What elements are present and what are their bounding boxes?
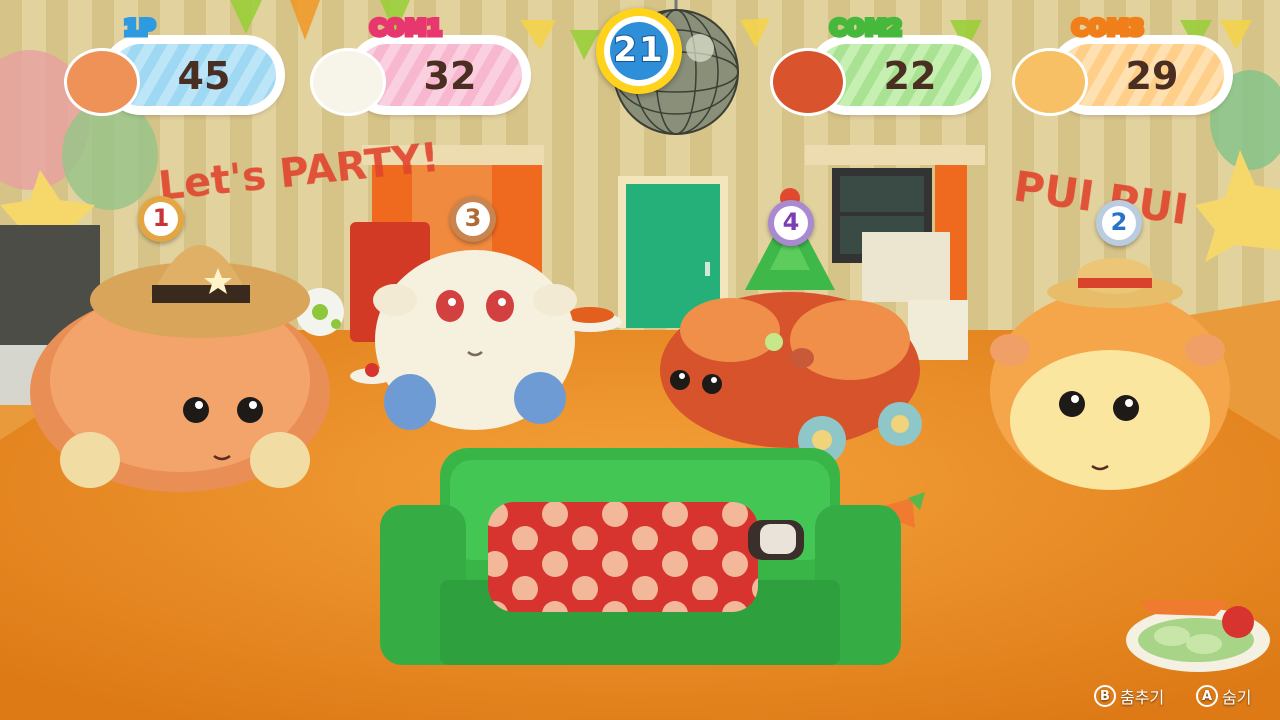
round-timer: 21 (596, 8, 682, 94)
player-panel-1p: 1P 45 (56, 10, 296, 120)
rank-value: 3 (464, 204, 482, 232)
rank-value: 4 (782, 208, 800, 236)
rank-medal-com2: 4 (768, 200, 814, 270)
avatar (310, 48, 386, 116)
player-score: 29 (1125, 54, 1179, 98)
player-tag: 1P (121, 14, 157, 43)
control-label: 숨기 (1222, 688, 1252, 707)
player-score: 32 (423, 54, 477, 98)
avatar (770, 48, 846, 116)
flower-decoration (765, 333, 783, 351)
control-label: 춤추기 (1120, 688, 1165, 707)
control-hint-hide[interactable]: A 숨기 (1196, 683, 1251, 709)
a-button-icon[interactable]: A (1196, 685, 1218, 707)
player-tag: COM3 (1070, 14, 1147, 43)
rank-medal-1p: 1 (138, 196, 184, 266)
player-tag: COM1 (368, 14, 445, 43)
player-tag: COM2 (828, 14, 905, 43)
player-panel-com1: COM1 32 (302, 10, 542, 120)
rank-value: 1 (152, 204, 170, 232)
avatar (1012, 48, 1088, 116)
control-hint-dance[interactable]: B 춤추기 (1094, 683, 1164, 709)
rank-medal-com3: 2 (1096, 200, 1142, 270)
rank-value: 2 (1110, 208, 1128, 236)
pui-sheep (373, 250, 577, 430)
player-panel-com2: COM2 22 (762, 10, 1002, 120)
player-panel-com3: COM3 29 (1004, 10, 1244, 120)
player-score: 22 (883, 54, 937, 98)
timer-value: 21 (612, 29, 665, 71)
rank-medal-com1: 3 (450, 196, 496, 266)
b-button-icon[interactable]: B (1094, 685, 1116, 707)
avatar (64, 48, 140, 116)
player-score: 45 (177, 54, 231, 98)
